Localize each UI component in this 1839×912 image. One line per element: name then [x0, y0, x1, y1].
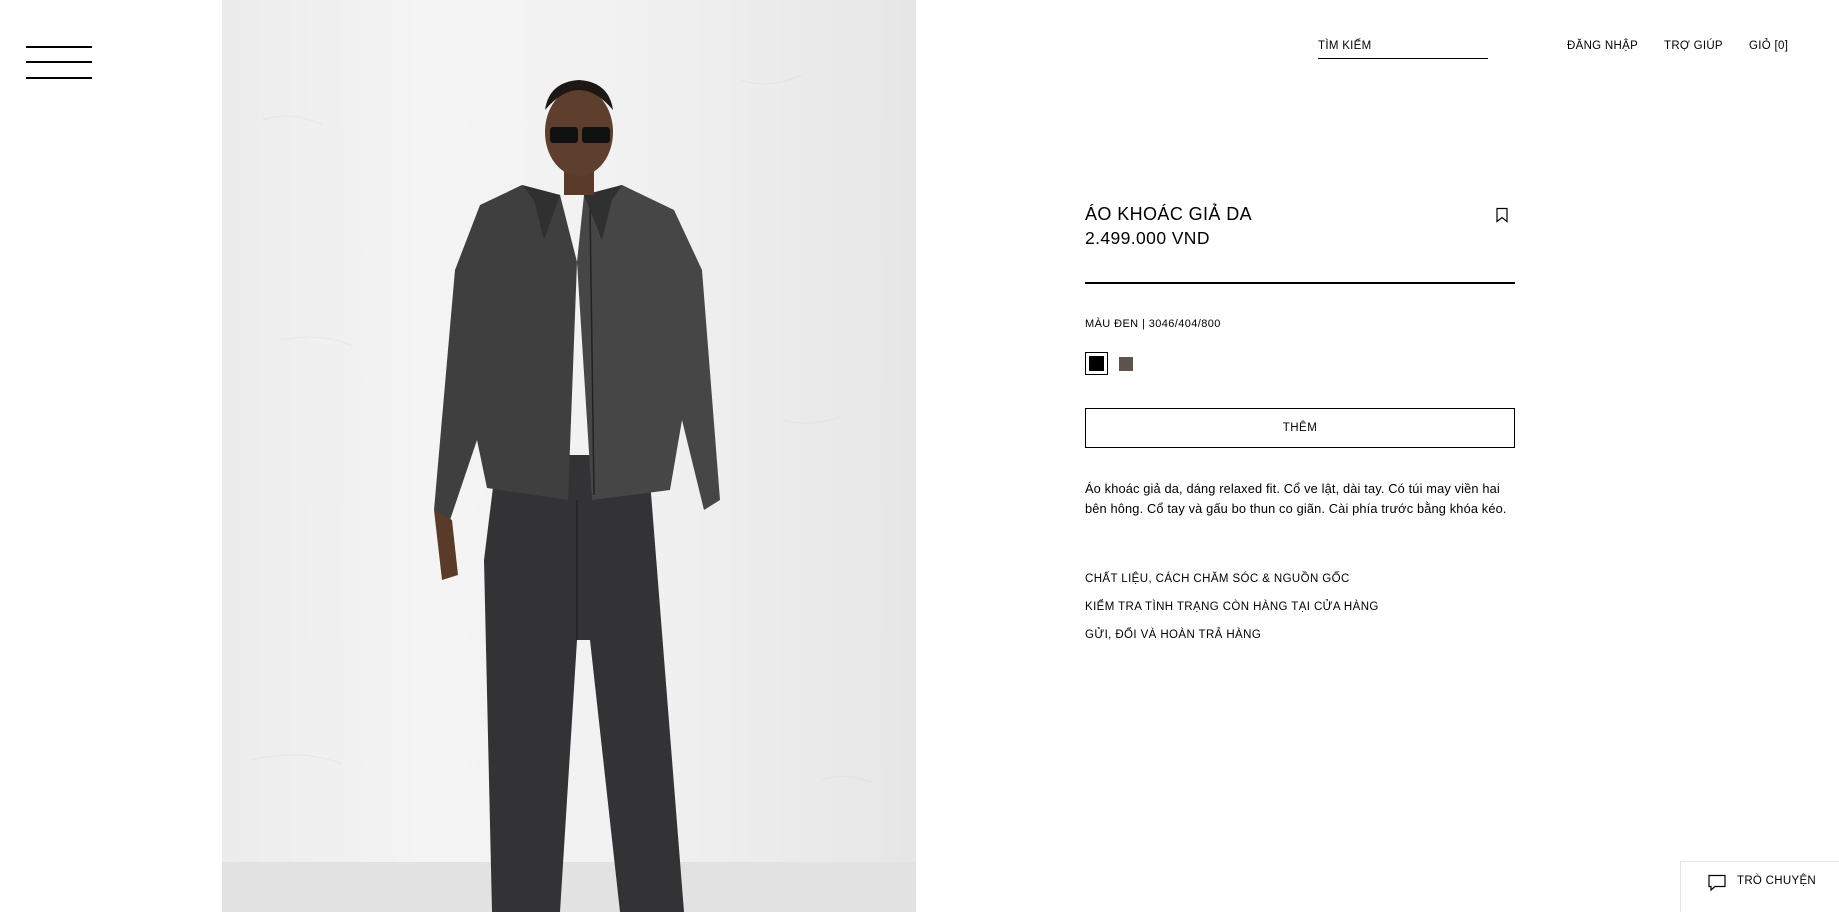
product-price: 2.499.000 VND [1085, 228, 1210, 248]
cart-label: GIỎ [1749, 40, 1771, 52]
cart-link[interactable]: GIỎ0 [1749, 40, 1788, 52]
product-page: TÌM KIẾM ĐĂNG NHẬP TRỢ GIÚP GIỎ0 ÁO KHOÁ… [0, 0, 1839, 912]
search-input[interactable]: TÌM KIẾM [1318, 38, 1488, 59]
color-swatch-black[interactable] [1085, 352, 1108, 375]
cart-count: 0 [1771, 40, 1788, 52]
color-reference: MÀU ĐEN3046/404/800 [1085, 318, 1221, 330]
help-link[interactable]: TRỢ GIÚP [1664, 40, 1723, 52]
product-description: Áo khoác giả da, dáng relaxed fit. Cổ ve… [1085, 481, 1507, 516]
search-label: TÌM KIẾM [1318, 40, 1372, 52]
chat-bubble-icon [1708, 874, 1726, 892]
hamburger-menu-icon[interactable] [26, 46, 92, 80]
accordion-materials-care[interactable]: CHẤT LIỆU, CÁCH CHĂM SÓC & NGUỒN GỐC [1085, 573, 1350, 585]
product-image[interactable] [222, 0, 916, 912]
accordion-shipping-returns[interactable]: GỬI, ĐỔI VÀ HOÀN TRẢ HÀNG [1085, 629, 1261, 641]
color-swatch-brown[interactable] [1119, 357, 1133, 371]
color-name: MÀU ĐEN [1085, 318, 1139, 330]
chat-label: TRÒ CHUYỆN [1737, 875, 1817, 887]
login-link[interactable]: ĐĂNG NHẬP [1567, 40, 1638, 52]
bookmark-icon[interactable] [1495, 207, 1509, 223]
product-title: ÁO KHOÁC GIẢ DA [1085, 204, 1253, 224]
add-to-cart-button[interactable]: THÊM [1085, 408, 1515, 448]
accordion-store-availability[interactable]: KIỂM TRA TÌNH TRẠNG CÒN HÀNG TẠI CỬA HÀN… [1085, 601, 1379, 613]
product-ref: 3046/404/800 [1139, 318, 1221, 330]
chat-button[interactable]: TRÒ CHUYỆN [1680, 861, 1839, 912]
divider [1085, 282, 1515, 284]
